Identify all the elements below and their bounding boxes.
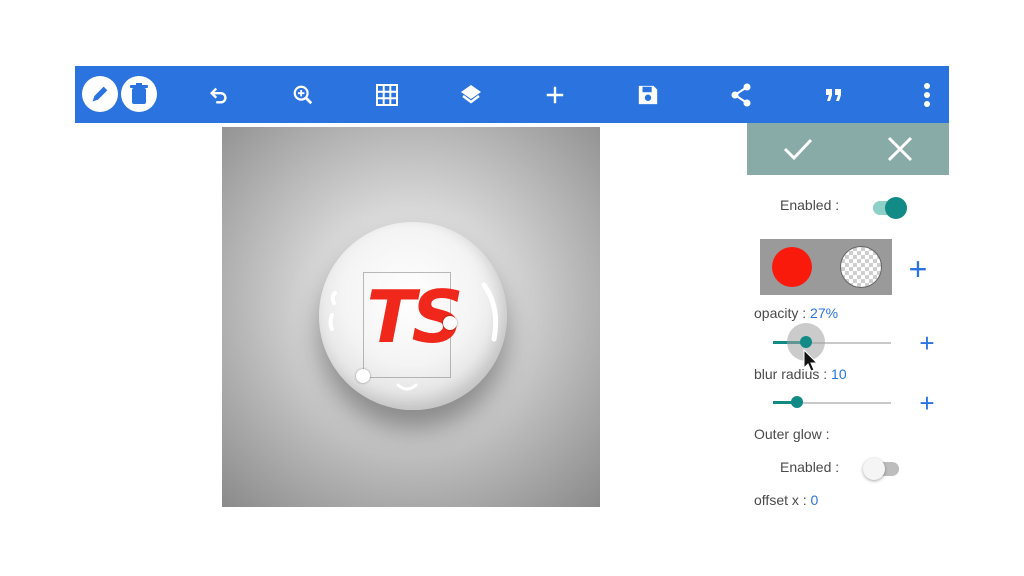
opacity-plus-icon[interactable]: +: [914, 330, 940, 356]
save-icon[interactable]: [626, 66, 670, 123]
blur-radius-label: blur radius : 10: [754, 366, 847, 382]
add-color-icon[interactable]: +: [905, 253, 931, 285]
outer-glow-enabled-label: Enabled :: [780, 459, 840, 475]
offset-x-label: offset x : 0: [754, 492, 819, 508]
panel-header: [747, 123, 949, 175]
blur-radius-slider-thumb[interactable]: [791, 396, 803, 408]
grid-icon[interactable]: [365, 66, 409, 123]
add-icon[interactable]: [533, 66, 577, 123]
check-icon[interactable]: [778, 129, 818, 169]
blur-radius-plus-icon[interactable]: +: [914, 390, 940, 416]
shadow-settings-panel: Enabled : + opacity : 27% + blur radius …: [747, 123, 949, 510]
outer-glow-label: Outer glow :: [754, 426, 830, 442]
layers-icon[interactable]: [449, 66, 493, 123]
trash-icon[interactable]: [121, 76, 157, 112]
opacity-label: opacity : 27%: [754, 305, 839, 321]
offset-x-value: 0: [810, 492, 819, 508]
zoom-in-icon[interactable]: [281, 66, 325, 123]
top-toolbar: [75, 66, 949, 123]
blur-radius-value: 10: [831, 366, 847, 382]
share-icon[interactable]: [719, 66, 763, 123]
color-swatch-red[interactable]: [772, 247, 812, 287]
quote-icon[interactable]: [812, 66, 856, 123]
color-swatch-transparent[interactable]: [840, 246, 882, 288]
enabled-toggle[interactable]: [873, 197, 909, 219]
undo-icon[interactable]: [197, 66, 241, 123]
resize-handle[interactable]: [443, 316, 457, 330]
editor-canvas[interactable]: TS: [222, 127, 600, 507]
close-icon[interactable]: [880, 129, 920, 169]
color-swatch-bar: [760, 239, 892, 295]
more-vert-icon[interactable]: [905, 66, 949, 123]
rotate-handle[interactable]: [356, 369, 370, 383]
opacity-slider-thumb[interactable]: [800, 336, 812, 348]
opacity-value: 27%: [810, 305, 839, 321]
outer-glow-toggle[interactable]: [863, 458, 899, 480]
pencil-icon[interactable]: [82, 76, 118, 112]
enabled-label: Enabled :: [780, 197, 840, 213]
